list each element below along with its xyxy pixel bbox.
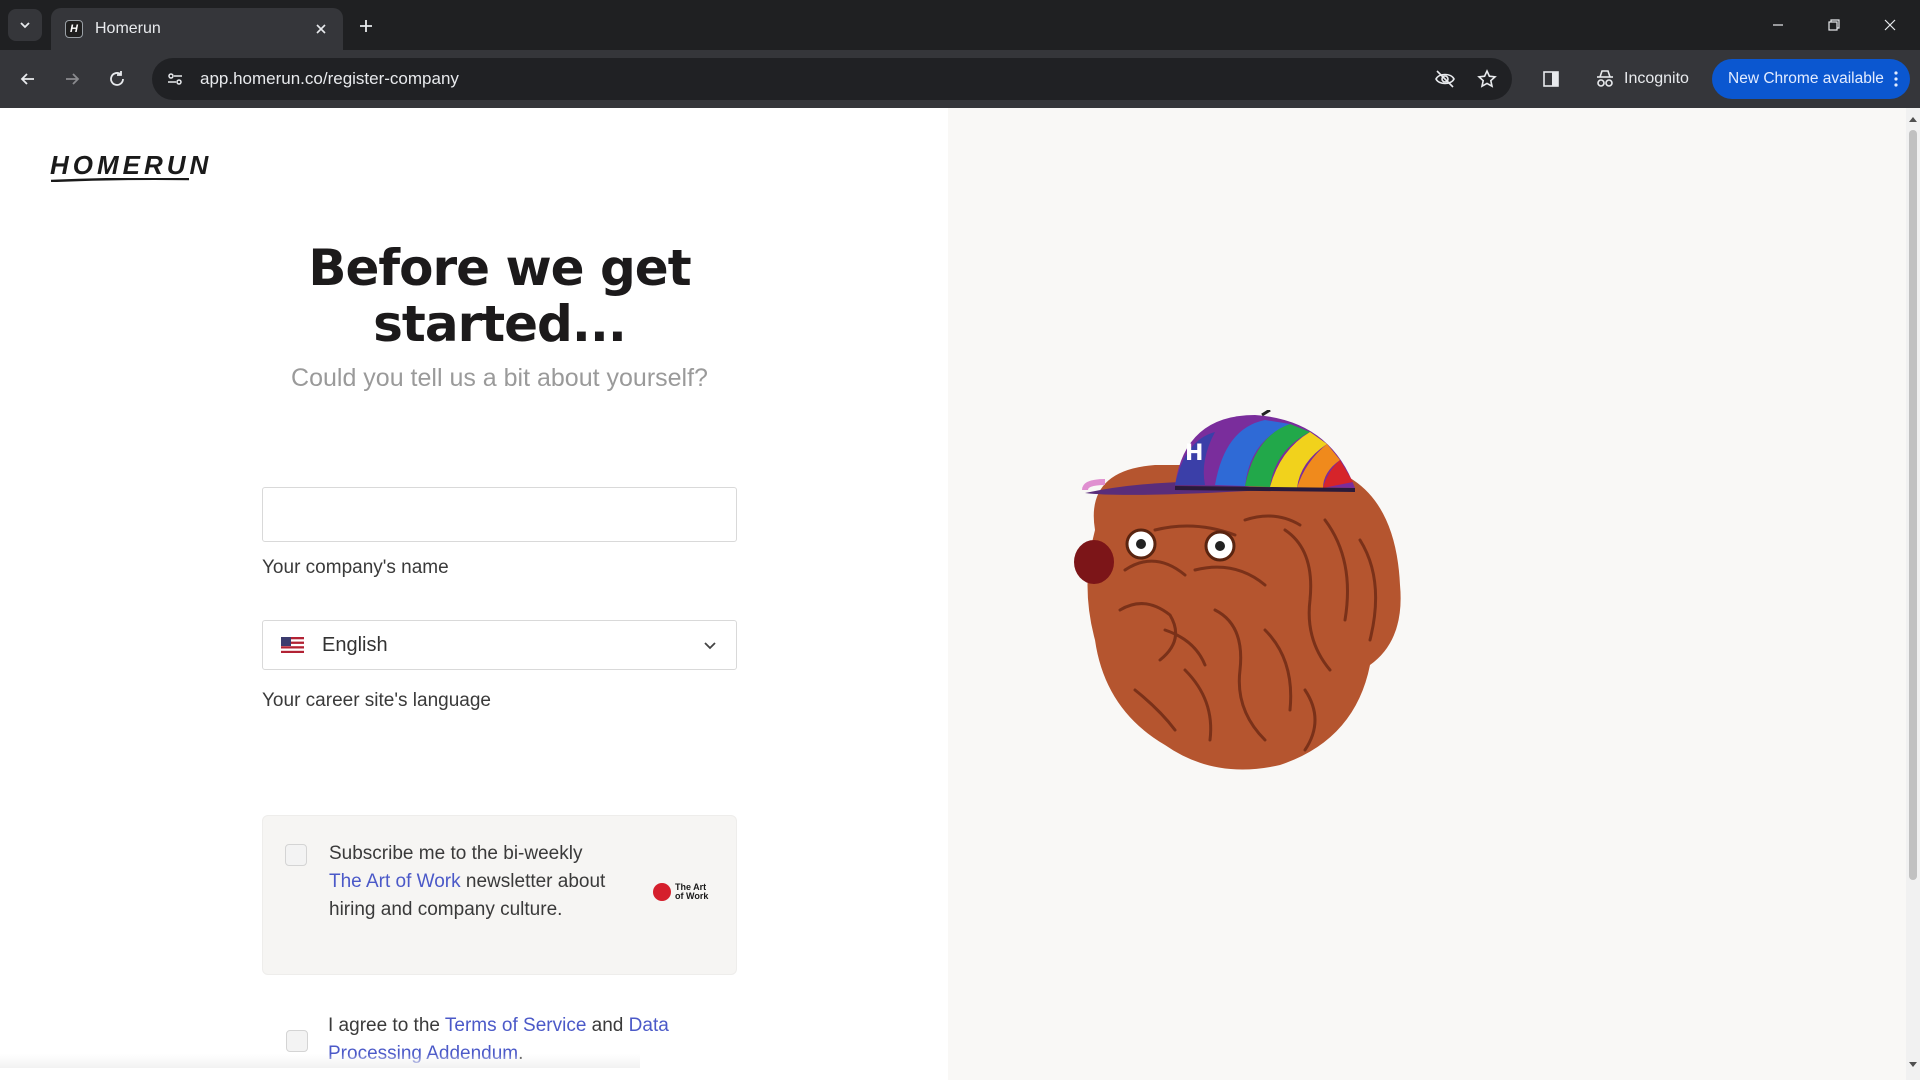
minimize-icon [1773,24,1783,26]
more-vert-icon [1894,71,1898,87]
language-label: Your career site's language [262,690,491,711]
update-chrome-label: New Chrome available [1728,70,1884,87]
company-name-label: Your company's name [262,557,449,578]
scroll-down-arrow-icon[interactable] [1908,1060,1918,1070]
terms-text-middle: and [586,1015,629,1036]
address-bar[interactable]: app.homerun.co/register-company [152,58,1512,100]
language-select[interactable]: English [262,620,737,670]
restore-button[interactable] [1814,10,1854,40]
bookmark-star-icon[interactable] [1470,62,1504,96]
side-panel-button[interactable] [1535,63,1567,95]
newsletter-option: Subscribe me to the bi-weekly The Art of… [262,815,737,975]
arrow-left-icon [20,73,34,85]
url-text[interactable]: app.homerun.co/register-company [200,69,1428,89]
homerun-logo[interactable]: HOMERUN [50,150,212,181]
page-title: Before we get started... [308,239,691,353]
newsletter-text-before: Subscribe me to the bi-weekly [329,843,583,864]
art-of-work-logo-icon [653,883,671,901]
us-flag-icon [281,637,304,653]
tab-title: Homerun [95,20,161,37]
tab-homerun[interactable]: H Homerun [51,8,343,50]
eye-off-icon[interactable] [1428,62,1462,96]
site-info-icon[interactable] [158,62,192,96]
plus-icon [360,20,372,32]
logo-underline [50,178,190,182]
minimize-button[interactable] [1758,10,1798,40]
art-of-work-badge: The Art of Work [653,883,708,901]
chevron-down-icon [704,642,716,650]
terms-of-service-link[interactable]: Terms of Service [445,1015,586,1036]
bulldog-mascot-illustration: H [1074,410,1401,770]
close-tab-icon[interactable] [311,19,331,39]
close-window-button[interactable] [1870,10,1910,40]
terms-text-before: I agree to the [328,1015,445,1036]
back-button[interactable] [12,63,44,95]
forward-button[interactable] [56,63,88,95]
homerun-favicon-icon: H [65,20,83,38]
side-panel-icon [1543,71,1559,87]
language-value: English [322,633,388,656]
page-subtitle: Could you tell us a bit about yourself? [291,364,708,392]
restore-icon [1828,19,1840,31]
newsletter-text: Subscribe me to the bi-weekly The Art of… [329,840,619,924]
art-of-work-link[interactable]: The Art of Work [329,871,461,892]
reload-button[interactable] [101,63,133,95]
newsletter-checkbox[interactable] [285,844,307,866]
incognito-indicator[interactable]: Incognito [1584,60,1703,98]
company-name-input[interactable] [262,487,737,542]
terms-checkbox[interactable] [286,1030,308,1052]
incognito-icon [1597,70,1613,87]
tab-strip: H Homerun [0,0,1920,50]
bottom-fade [0,1054,640,1068]
browser-toolbar: app.homerun.co/register-company Incognit… [0,50,1920,108]
cap-letter-h: H [1185,441,1203,466]
close-icon [1884,19,1896,31]
scroll-up-arrow-icon[interactable] [1908,114,1918,124]
chevron-down-icon [20,22,30,29]
tab-search-button[interactable] [8,9,42,41]
scrollbar-thumb[interactable] [1909,130,1917,880]
update-chrome-button[interactable]: New Chrome available [1712,59,1910,99]
reload-icon [110,71,124,86]
badge-line-2: of Work [675,891,709,901]
new-tab-button[interactable] [352,12,380,40]
incognito-label: Incognito [1624,70,1689,87]
arrow-right-icon [66,73,80,85]
art-of-work-badge-text: The Art of Work [675,883,708,901]
page-scrollbar[interactable] [1906,108,1920,1080]
